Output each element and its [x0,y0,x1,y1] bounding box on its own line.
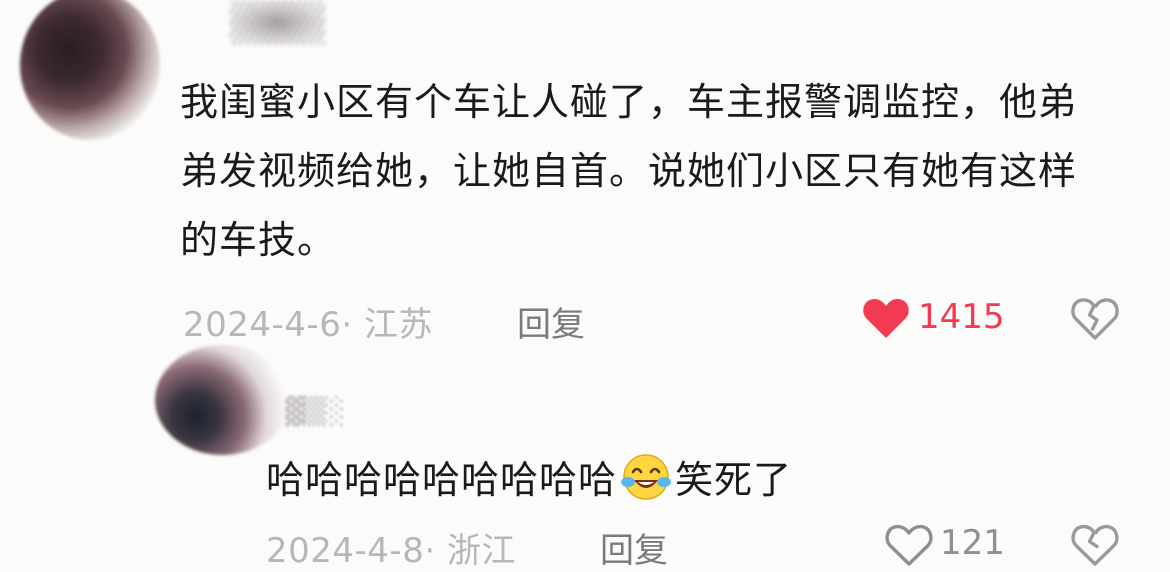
broken-heart-icon[interactable] [1071,296,1119,346]
heart-filled-icon[interactable] [862,296,910,344]
reply-reply-button[interactable]: 回复 [600,523,668,572]
redacted-username [230,0,325,45]
reply-comment-text: 哈哈哈哈哈哈哈哈哈 笑死了 [266,450,792,510]
reply-commenter-avatar[interactable] [155,345,290,455]
reply-broken-heart-icon[interactable] [1071,523,1119,571]
reply-text-laugh: 哈哈哈哈哈哈哈哈哈 [266,458,618,502]
comment-date-location: 2024-4-6· 江苏 [183,305,433,345]
reply-text-tail: 笑死了 [675,458,793,502]
commenter-avatar[interactable] [20,0,160,140]
heart-outline-icon[interactable] [885,523,933,571]
redacted-reply-username: ▓▒░ [285,397,345,427]
like-count: 1415 [918,297,1005,337]
laughing-tears-emoji-icon [619,452,673,502]
reply-button[interactable]: 回复 [517,297,585,346]
reply-date-location: 2024-4-8· 浙江 [266,531,516,571]
comment-text: 我闺蜜小区有个车让人碰了，车主报警调监控，他弟弟发视频给她，让她自首。说她们小区… [180,80,1078,262]
reply-like-count: 121 [940,523,1005,563]
